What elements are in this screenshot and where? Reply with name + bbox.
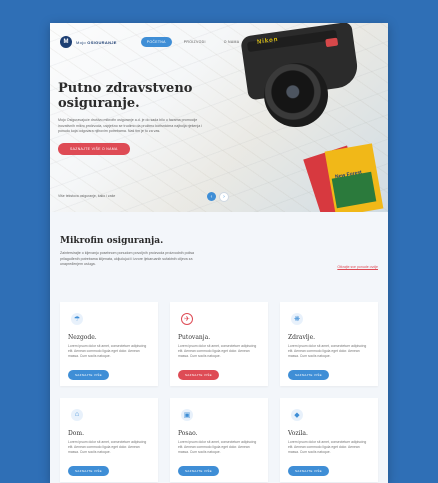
- hero-content: Putno zdravstveno osiguranje. Mojo Osigu…: [58, 81, 208, 155]
- product-card-zdravlje[interactable]: ❋ Zdravlje. Lorem ipsum dolor sit amet, …: [280, 301, 378, 386]
- family-icon: ❋: [291, 312, 303, 325]
- hero-title: Putno zdravstveno osiguranje.: [58, 81, 208, 111]
- umbrella-icon: ☂: [71, 312, 83, 325]
- card-text: Lorem ipsum dolor sit amet, consectetuer…: [178, 439, 257, 454]
- hero-description: Mojo Osiguravajuće društvo mikrofin osig…: [58, 118, 203, 133]
- products-section: Mikrofin osiguranja. Zaintersirajte o kl…: [50, 212, 388, 482]
- car-icon: ◆: [291, 408, 303, 421]
- card-text: Lorem ipsum dolor sit amet, consectetuer…: [68, 439, 147, 454]
- top-nav: M Mojo OSIGURANJE POČETNA PROIZVODI O NA…: [60, 35, 378, 49]
- card-more-button[interactable]: SAZNAJTE VIŠE: [178, 369, 219, 380]
- card-text: Lorem ipsum dolor sit amet, consectetuer…: [178, 343, 257, 358]
- logo-text: Mojo OSIGURANJE: [76, 40, 117, 45]
- main-menu: POČETNA PROIZVODI O NAMA KONTAKT: [140, 37, 282, 47]
- camera-lens-image: [264, 63, 328, 127]
- product-card-dom[interactable]: ⌂ Dom. Lorem ipsum dolor sit amet, conse…: [60, 397, 158, 482]
- page-frame: Nikon New Forest M Mojo OSIGURANJE POČET…: [50, 23, 388, 483]
- hero-title-line2: osiguranje.: [58, 96, 140, 111]
- hero-cta-button[interactable]: SAZNAJTE VIŠE O NAMA: [58, 142, 130, 155]
- section-description: Zaintersirajte o kljevanju posebnom ponu…: [60, 251, 195, 266]
- card-title: Putovanja.: [178, 333, 211, 341]
- card-more-button[interactable]: SAZNAJTE VIŠE: [288, 465, 329, 476]
- card-title: Zdravlje.: [288, 333, 316, 341]
- hero-caption: Više tekstova osiguranje, kako i zaše: [58, 194, 116, 198]
- card-title: Nezgode.: [68, 333, 97, 341]
- card-title: Vozila.: [288, 429, 308, 437]
- card-title: Dom.: [68, 429, 85, 437]
- product-card-posao[interactable]: ▣ Posao. Lorem ipsum dolor sit amet, con…: [170, 397, 268, 482]
- nav-item-proizvodi[interactable]: PROIZVODI: [178, 37, 212, 47]
- hero: Nikon New Forest M Mojo OSIGURANJE POČET…: [50, 23, 388, 212]
- plane-icon: ✈: [181, 312, 193, 325]
- card-more-button[interactable]: SAZNAJTE VIŠE: [288, 369, 329, 380]
- product-card-nezgode[interactable]: ☂ Nezgode. Lorem ipsum dolor sit amet, c…: [60, 301, 158, 386]
- product-grid: ☂ Nezgode. Lorem ipsum dolor sit amet, c…: [60, 301, 378, 482]
- guidebooks-image: New Forest: [303, 141, 384, 212]
- nav-item-o-nama[interactable]: O NAMA: [218, 37, 246, 47]
- house-icon: ⌂: [71, 408, 83, 421]
- slider-next-button[interactable]: ›: [219, 192, 229, 202]
- product-card-putovanja[interactable]: ✈ Putovanja. Lorem ipsum dolor sit amet,…: [170, 301, 268, 386]
- card-text: Lorem ipsum dolor sit amet, consectetuer…: [288, 439, 367, 454]
- slider-prev-button[interactable]: ‹: [207, 192, 216, 201]
- nav-item-kontakt[interactable]: KONTAKT: [251, 37, 281, 47]
- card-text: Lorem ipsum dolor sit amet, consectetuer…: [68, 343, 147, 358]
- all-offers-link[interactable]: Otkrajte sve ponude ovdje: [337, 265, 378, 269]
- nav-item-pocetna[interactable]: POČETNA: [140, 37, 172, 47]
- card-more-button[interactable]: SAZNAJTE VIŠE: [178, 465, 219, 476]
- product-card-vozila[interactable]: ◆ Vozila. Lorem ipsum dolor sit amet, co…: [280, 397, 378, 482]
- logo-mark-icon: M: [60, 36, 72, 48]
- slider-controls: ‹ ›: [207, 192, 229, 202]
- hero-title-line1: Putno zdravstveno: [58, 81, 193, 96]
- card-more-button[interactable]: SAZNAJTE VIŠE: [68, 369, 109, 380]
- card-more-button[interactable]: SAZNAJTE VIŠE: [68, 465, 109, 476]
- card-text: Lorem ipsum dolor sit amet, consectetuer…: [288, 343, 367, 358]
- briefcase-icon: ▣: [181, 408, 193, 421]
- logo[interactable]: M Mojo OSIGURANJE: [60, 36, 117, 48]
- section-title: Mikrofin osiguranja.: [60, 236, 164, 246]
- logo-bold: OSIGURANJE: [87, 39, 117, 45]
- logo-light: Mojo: [76, 39, 86, 45]
- card-title: Posao.: [178, 429, 198, 437]
